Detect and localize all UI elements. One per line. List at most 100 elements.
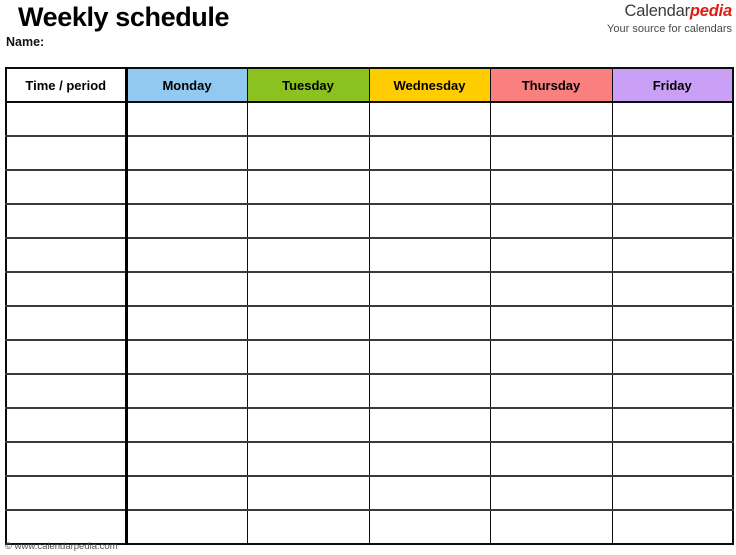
time-period-cell[interactable] — [5, 509, 128, 545]
schedule-entry-cell[interactable] — [368, 475, 491, 511]
schedule-entry-cell[interactable] — [246, 271, 370, 307]
schedule-entry-cell[interactable] — [246, 135, 370, 171]
schedule-entry-cell[interactable] — [611, 169, 734, 205]
schedule-entry-cell[interactable] — [611, 271, 734, 307]
schedule-entry-cell[interactable] — [368, 441, 491, 477]
time-period-cell[interactable] — [5, 407, 128, 443]
schedule-entry-cell[interactable] — [368, 237, 491, 273]
time-period-cell[interactable] — [5, 339, 128, 375]
schedule-entry-cell[interactable] — [125, 135, 248, 171]
schedule-entry-cell[interactable] — [489, 441, 613, 477]
schedule-entry-cell[interactable] — [125, 339, 248, 375]
schedule-entry-cell[interactable] — [246, 373, 370, 409]
schedule-entry-cell[interactable] — [368, 339, 491, 375]
time-period-cell[interactable] — [5, 271, 128, 307]
schedule-entry-cell[interactable] — [489, 305, 613, 341]
time-period-cell[interactable] — [5, 203, 128, 239]
time-period-cell[interactable] — [5, 101, 128, 137]
schedule-entry-cell[interactable] — [611, 509, 734, 545]
time-period-cell[interactable] — [5, 305, 128, 341]
schedule-entry-cell[interactable] — [125, 203, 248, 239]
schedule-entry-cell[interactable] — [611, 203, 734, 239]
schedule-entry-cell[interactable] — [125, 237, 248, 273]
calendarpedia-logo: Calendarpedia Your source for calendars — [607, 2, 732, 36]
schedule-entry-cell[interactable] — [368, 407, 491, 443]
brand-name-accent: pedia — [689, 2, 732, 20]
schedule-entry-cell[interactable] — [611, 373, 734, 409]
schedule-entry-cell[interactable] — [489, 271, 613, 307]
table-row — [5, 101, 734, 137]
weekly-schedule-table: Time / period Monday Tuesday Wednesday Thurs… — [5, 67, 734, 545]
schedule-entry-cell[interactable] — [368, 169, 491, 205]
schedule-entry-cell[interactable] — [489, 237, 613, 273]
schedule-entry-cell[interactable] — [125, 441, 248, 477]
time-period-cell[interactable] — [5, 373, 128, 409]
column-header-friday[interactable]: Friday — [611, 67, 734, 103]
schedule-entry-cell[interactable] — [368, 135, 491, 171]
schedule-entry-cell[interactable] — [611, 475, 734, 511]
table-row — [5, 135, 734, 171]
schedule-entry-cell[interactable] — [489, 339, 613, 375]
time-period-cell[interactable] — [5, 441, 128, 477]
schedule-entry-cell[interactable] — [125, 373, 248, 409]
brand-name-primary: Calendar — [624, 2, 691, 20]
schedule-entry-cell[interactable] — [125, 475, 248, 511]
schedule-entry-cell[interactable] — [368, 305, 491, 341]
column-header-wednesday[interactable]: Wednesday — [368, 67, 491, 103]
schedule-entry-cell[interactable] — [246, 101, 370, 137]
schedule-entry-cell[interactable] — [611, 339, 734, 375]
table-row — [5, 339, 734, 375]
schedule-entry-cell[interactable] — [125, 407, 248, 443]
schedule-entry-cell[interactable] — [368, 509, 491, 545]
schedule-entry-cell[interactable] — [246, 509, 370, 545]
table-row — [5, 305, 734, 341]
schedule-entry-cell[interactable] — [611, 441, 734, 477]
column-header-tuesday[interactable]: Tuesday — [246, 67, 370, 103]
schedule-entry-cell[interactable] — [489, 169, 613, 205]
brand-tagline: Your source for calendars — [607, 23, 732, 35]
schedule-entry-cell[interactable] — [489, 135, 613, 171]
schedule-entry-cell[interactable] — [611, 407, 734, 443]
time-period-cell[interactable] — [5, 135, 128, 171]
schedule-entry-cell[interactable] — [489, 203, 613, 239]
schedule-entry-cell[interactable] — [611, 135, 734, 171]
schedule-entry-cell[interactable] — [246, 407, 370, 443]
schedule-entry-cell[interactable] — [489, 475, 613, 511]
schedule-entry-cell[interactable] — [611, 305, 734, 341]
footer-credit: © www.calendarpedia.com — [5, 541, 118, 552]
schedule-entry-cell[interactable] — [368, 203, 491, 239]
schedule-entry-cell[interactable] — [125, 101, 248, 137]
schedule-entry-cell[interactable] — [611, 237, 734, 273]
time-period-cell[interactable] — [5, 475, 128, 511]
schedule-entry-cell[interactable] — [246, 305, 370, 341]
column-header-thursday[interactable]: Thursday — [489, 67, 613, 103]
schedule-entry-cell[interactable] — [125, 271, 248, 307]
schedule-entry-cell[interactable] — [246, 475, 370, 511]
schedule-entry-cell[interactable] — [489, 373, 613, 409]
schedule-entry-cell[interactable] — [368, 271, 491, 307]
schedule-entry-cell[interactable] — [489, 101, 613, 137]
schedule-entry-cell[interactable] — [125, 509, 248, 545]
schedule-entry-cell[interactable] — [246, 169, 370, 205]
table-row — [5, 237, 734, 273]
schedule-entry-cell[interactable] — [246, 441, 370, 477]
schedule-entry-cell[interactable] — [489, 407, 613, 443]
schedule-entry-cell[interactable] — [611, 101, 734, 137]
schedule-entry-cell[interactable] — [246, 237, 370, 273]
table-row — [5, 475, 734, 511]
schedule-entry-cell[interactable] — [246, 203, 370, 239]
schedule-entry-cell[interactable] — [125, 169, 248, 205]
schedule-entry-cell[interactable] — [368, 373, 491, 409]
time-period-cell[interactable] — [5, 237, 128, 273]
weekly-schedule-page: Weekly schedule Name: Calendarpedia Your… — [0, 0, 736, 555]
table-row — [5, 169, 734, 205]
schedule-entry-cell[interactable] — [125, 305, 248, 341]
schedule-entry-cell[interactable] — [246, 339, 370, 375]
time-period-cell[interactable] — [5, 169, 128, 205]
table-row — [5, 203, 734, 239]
column-header-monday[interactable]: Monday — [125, 67, 248, 103]
column-header-time-period[interactable]: Time / period — [5, 67, 128, 103]
table-row — [5, 373, 734, 409]
schedule-entry-cell[interactable] — [368, 101, 491, 137]
schedule-entry-cell[interactable] — [489, 509, 613, 545]
